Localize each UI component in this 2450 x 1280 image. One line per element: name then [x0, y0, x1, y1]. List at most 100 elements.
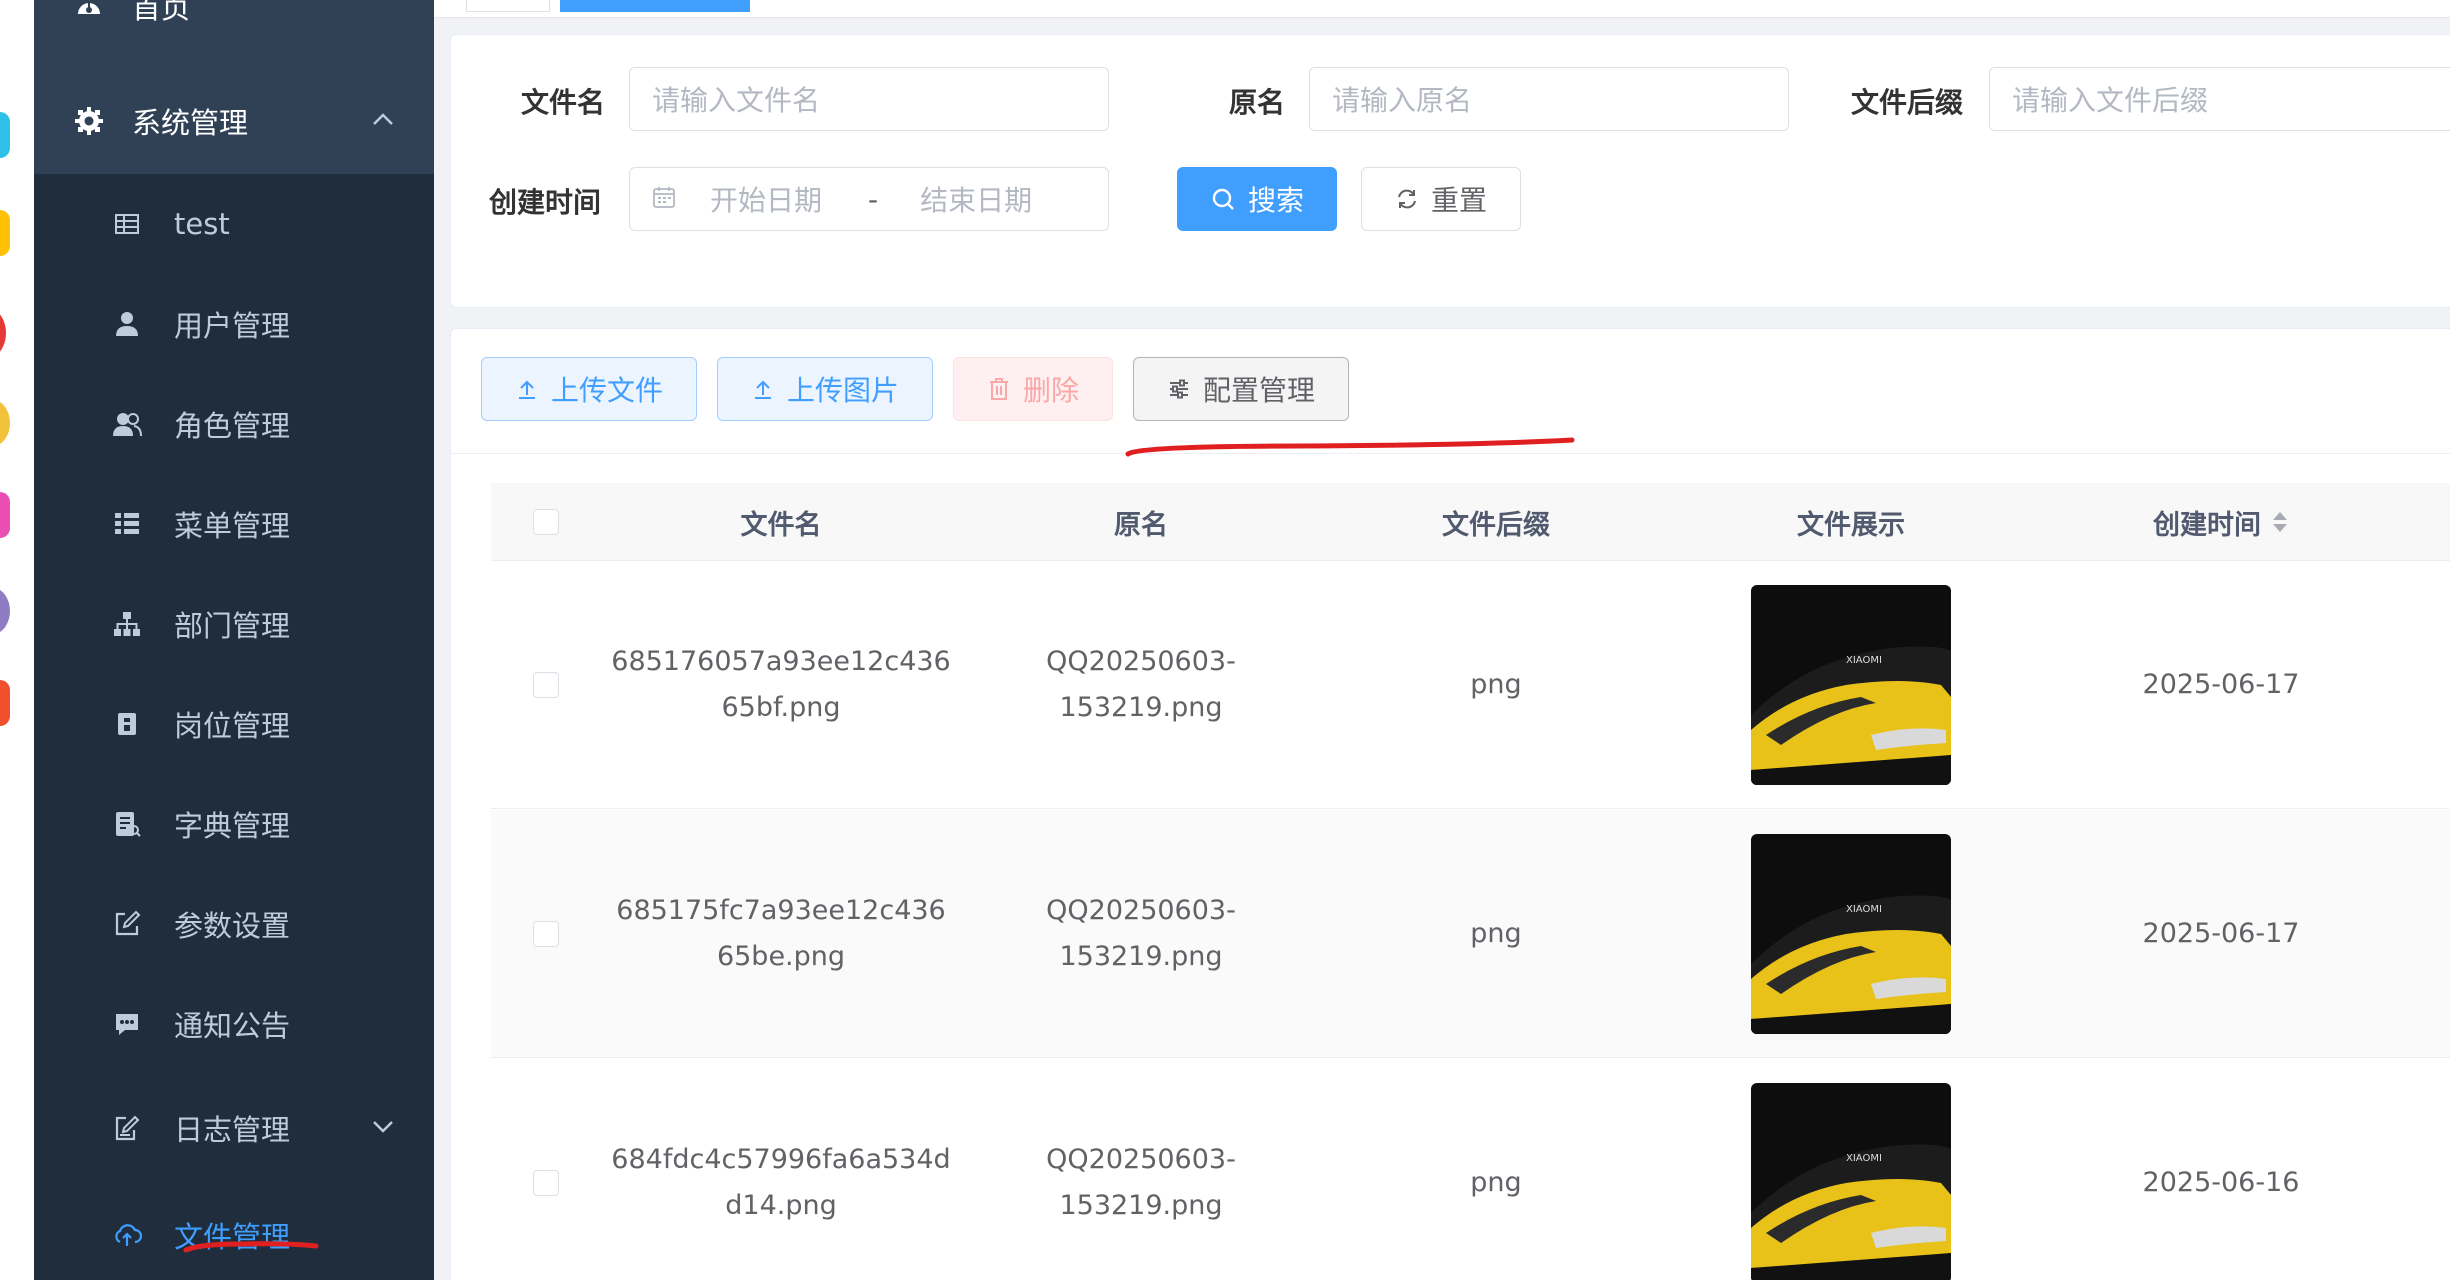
- dock-app-icon[interactable]: [0, 310, 6, 356]
- sidebar-item-log[interactable]: 日志管理: [34, 1078, 434, 1178]
- filename-input[interactable]: 请输入文件名: [629, 67, 1109, 131]
- filename-cell: 684fdc4c57996fa6a534d d14.png: [601, 1059, 961, 1280]
- upload-cloud-icon: [110, 1218, 144, 1252]
- sidebar-item-config[interactable]: 参数设置: [34, 874, 434, 974]
- dock-app-icon[interactable]: [0, 492, 10, 538]
- sidebar-item-system[interactable]: 系统管理: [34, 68, 434, 174]
- search-button[interactable]: 搜索: [1177, 167, 1337, 231]
- edit-icon: [110, 907, 144, 941]
- tags-view-bar: [434, 0, 2450, 18]
- tree-table-icon: [110, 507, 144, 541]
- delete-button[interactable]: 删除: [953, 357, 1113, 421]
- message-icon: [110, 1007, 144, 1041]
- end-date-placeholder[interactable]: 结束日期: [920, 179, 1032, 219]
- sidebar-item-dict[interactable]: 字典管理: [34, 774, 434, 874]
- sidebar-item-test[interactable]: test: [34, 174, 434, 274]
- original-line: QQ20250603-: [1046, 1144, 1236, 1175]
- date-range-picker[interactable]: 开始日期 - 结束日期: [629, 167, 1109, 231]
- original-line: 153219.png: [1059, 941, 1223, 972]
- dock-app-icon[interactable]: [0, 588, 10, 634]
- row-select-cell: [491, 561, 601, 809]
- file-table-card: 上传文件 上传图片 删除 配置管理 文件名 原名 文件后缀 文件展示 创建时间 …: [450, 328, 2450, 1280]
- row-checkbox[interactable]: [533, 921, 559, 947]
- column-header-preview[interactable]: 文件展示: [1671, 483, 2031, 561]
- created-cell: 2025-06-17: [2142, 918, 2300, 949]
- sidebar-item-label: test: [174, 207, 230, 241]
- delete-label: 删除: [1022, 374, 1079, 407]
- start-date-placeholder[interactable]: 开始日期: [710, 179, 822, 219]
- column-header-created[interactable]: 创建时间: [2031, 483, 2411, 561]
- dock-app-icon[interactable]: [0, 112, 10, 158]
- sidebar-item-file[interactable]: 文件管理: [34, 1186, 434, 1280]
- filename-cell: 685175fc7a93ee12c436 65be.png: [601, 810, 961, 1058]
- trash-icon: [987, 376, 1011, 402]
- car-image-thumbnail[interactable]: XIAOMI: [1751, 834, 1951, 1034]
- sidebar-item-role[interactable]: 角色管理: [34, 374, 434, 474]
- preview-cell: XIAOMI: [1671, 561, 2031, 809]
- user-icon: [110, 307, 144, 341]
- tags-view-tab[interactable]: [466, 0, 550, 12]
- dock-app-icon[interactable]: [0, 400, 10, 446]
- dock-app-icon[interactable]: [0, 210, 10, 256]
- gear-icon: [72, 104, 106, 138]
- peoples-icon: [110, 407, 144, 441]
- table-row[interactable]: 685176057a93ee12c436 65bf.png QQ20250603…: [491, 561, 2450, 809]
- dock-app-icon[interactable]: [0, 680, 10, 726]
- sidebar-item-notice[interactable]: 通知公告: [34, 974, 434, 1074]
- sidebar-item-label: 用户管理: [174, 309, 291, 343]
- upload-image-button[interactable]: 上传图片: [717, 357, 933, 421]
- sidebar-item-dept[interactable]: 部门管理: [34, 574, 434, 674]
- main-content: 文件名 请输入文件名 原名 请输入原名 文件后缀 请输入文件后缀 创建时间 开始…: [434, 0, 2450, 1280]
- car-brand-text: XIAOMI: [1846, 655, 1882, 666]
- upload-file-button[interactable]: 上传文件: [481, 357, 697, 421]
- upload-icon: [751, 377, 775, 401]
- car-brand-text: XIAOMI: [1846, 1153, 1882, 1164]
- table-header: 文件名 原名 文件后缀 文件展示 创建时间: [491, 483, 2450, 561]
- sidebar-item-label: 首页: [132, 0, 191, 25]
- upload-image-label: 上传图片: [786, 374, 899, 407]
- original-line: QQ20250603-: [1046, 895, 1236, 926]
- sidebar-item-label: 菜单管理: [174, 509, 291, 543]
- original-cell: QQ20250603- 153219.png: [961, 810, 1321, 1058]
- sidebar-item-label: 字典管理: [174, 809, 291, 843]
- sidebar-item-user[interactable]: 用户管理: [34, 274, 434, 374]
- config-manage-button[interactable]: 配置管理: [1133, 357, 1349, 421]
- table-row[interactable]: 684fdc4c57996fa6a534d d14.png QQ20250603…: [491, 1059, 2450, 1280]
- column-header-original[interactable]: 原名: [961, 483, 1321, 561]
- original-name-input[interactable]: 请输入原名: [1309, 67, 1789, 131]
- reset-button[interactable]: 重置: [1361, 167, 1521, 231]
- created-cell: 2025-06-17: [2142, 669, 2300, 700]
- filename-line: 65be.png: [716, 941, 846, 972]
- filename-line: 684fdc4c57996fa6a534d: [611, 1144, 951, 1175]
- sort-caret-icon[interactable]: [2271, 510, 2289, 534]
- car-image-thumbnail[interactable]: XIAOMI: [1751, 1083, 1951, 1280]
- sidebar-item-home[interactable]: 首页: [34, 0, 434, 56]
- post-icon: [110, 707, 144, 741]
- filename-line: 685176057a93ee12c436: [611, 646, 951, 677]
- column-header-suffix[interactable]: 文件后缀: [1321, 483, 1671, 561]
- config-manage-label: 配置管理: [1202, 374, 1315, 407]
- tags-view-tab-active[interactable]: [560, 0, 750, 12]
- original-cell: QQ20250603- 153219.png: [961, 1059, 1321, 1280]
- toolbar-divider: [451, 453, 2450, 454]
- suffix-input[interactable]: 请输入文件后缀: [1989, 67, 2450, 131]
- sidebar-item-post[interactable]: 岗位管理: [34, 674, 434, 774]
- search-button-label: 搜索: [1247, 184, 1304, 217]
- column-header-created-label: 创建时间: [2153, 509, 2261, 541]
- row-checkbox[interactable]: [533, 1170, 559, 1196]
- sidebar-item-label: 文件管理: [174, 1220, 291, 1254]
- created-time-label: 创建时间: [489, 186, 602, 219]
- refresh-icon: [1395, 187, 1419, 211]
- table-icon: [110, 207, 144, 241]
- column-header-filename[interactable]: 文件名: [601, 483, 961, 561]
- chevron-down-icon: [372, 1120, 394, 1134]
- sidebar-item-menu[interactable]: 菜单管理: [34, 474, 434, 574]
- car-image-thumbnail[interactable]: XIAOMI: [1751, 585, 1951, 785]
- table-row[interactable]: 685175fc7a93ee12c436 65be.png QQ20250603…: [491, 810, 2450, 1058]
- select-all-checkbox[interactable]: [533, 509, 559, 535]
- row-select-cell: [491, 1059, 601, 1280]
- upload-file-label: 上传文件: [550, 374, 663, 407]
- row-select-cell: [491, 810, 601, 1058]
- desktop-dock-strip: [0, 0, 34, 1280]
- row-checkbox[interactable]: [533, 672, 559, 698]
